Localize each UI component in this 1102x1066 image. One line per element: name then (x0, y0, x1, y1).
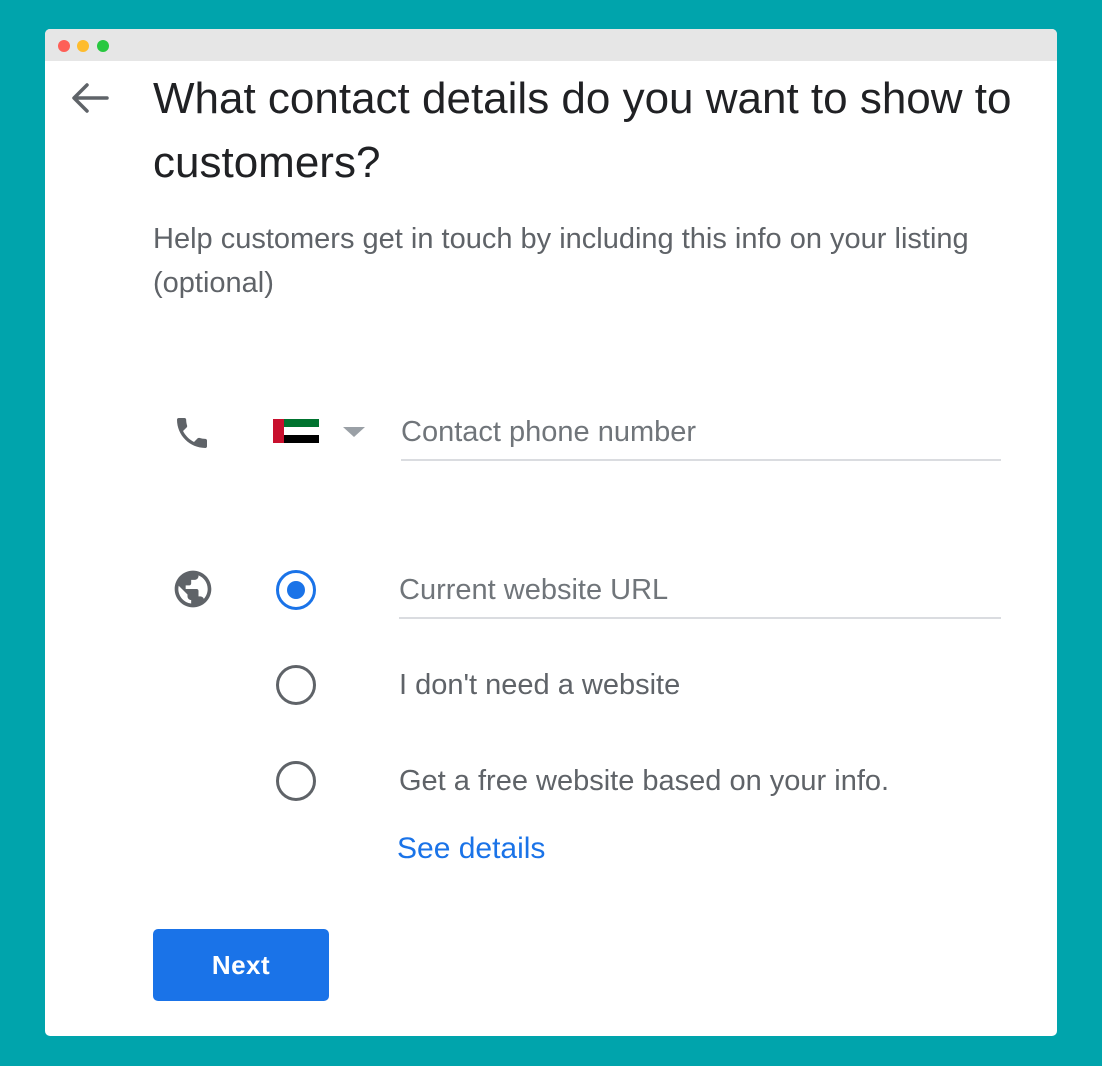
uae-flag-icon[interactable] (273, 419, 319, 443)
flag-black-stripe (284, 435, 319, 443)
page-title: What contact details do you want to show… (153, 74, 1012, 187)
flag-green-stripe (284, 419, 319, 427)
flag-white-stripe (284, 427, 319, 435)
minimize-window-button[interactable] (77, 40, 89, 52)
browser-window: What contact details do you want to show… (45, 29, 1057, 1036)
page-subtitle: Help customers get in touch by including… (153, 223, 969, 299)
current-website-url-input[interactable] (399, 569, 1001, 619)
contact-phone-input[interactable] (401, 411, 1001, 461)
see-details-link[interactable]: See details (397, 829, 545, 869)
flag-red-band (273, 419, 284, 443)
maximize-window-button[interactable] (97, 40, 109, 52)
radio-free-website[interactable] (276, 761, 316, 801)
radio-no-website[interactable] (276, 665, 316, 705)
close-window-button[interactable] (58, 40, 70, 52)
window-titlebar (45, 29, 1057, 61)
phone-icon (172, 413, 212, 453)
back-arrow-icon[interactable] (67, 78, 111, 118)
no-website-option-label[interactable]: I don't need a website (399, 665, 680, 705)
globe-icon (171, 567, 215, 611)
radio-current-website[interactable] (276, 570, 316, 610)
next-button[interactable]: Next (153, 929, 329, 1001)
free-website-option-label[interactable]: Get a free website based on your info. (399, 761, 889, 801)
country-dropdown-caret-icon[interactable] (343, 427, 365, 437)
